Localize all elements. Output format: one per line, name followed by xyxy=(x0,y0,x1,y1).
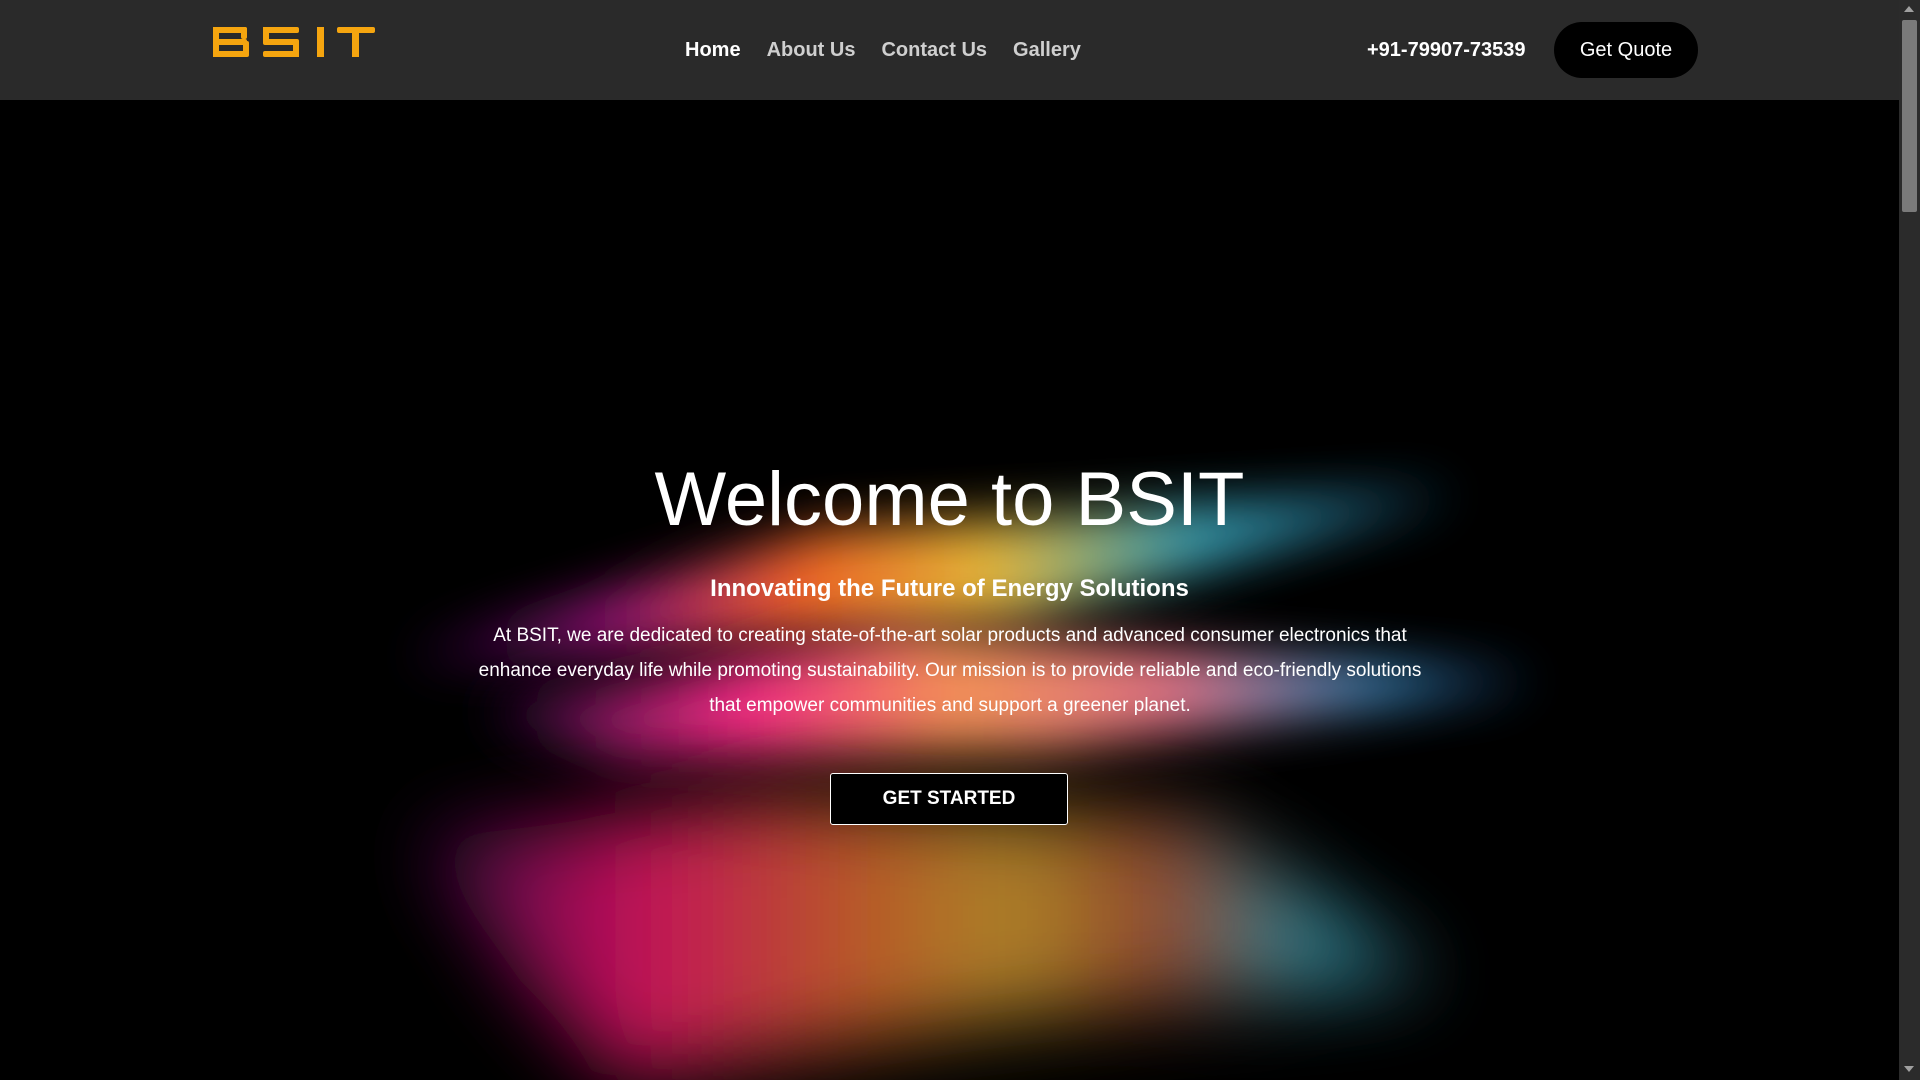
site-header: Home About Us Contact Us Gallery +91-799… xyxy=(0,0,1899,100)
hero-description: At BSIT, we are dedicated to creating st… xyxy=(478,625,1422,716)
nav-home[interactable]: Home xyxy=(685,38,741,62)
get-quote-button[interactable]: Get Quote xyxy=(1554,22,1698,78)
hero-section: Welcome to BSIT Innovating the Future of… xyxy=(0,100,1899,1080)
get-started-button[interactable]: GET STARTED xyxy=(830,773,1068,825)
nav-contact-us[interactable]: Contact Us xyxy=(881,38,987,62)
scroll-up-arrow-icon[interactable] xyxy=(1904,6,1914,12)
nav-gallery[interactable]: Gallery xyxy=(1013,38,1081,62)
bsit-logo-icon xyxy=(213,27,375,57)
scroll-down-arrow-icon[interactable] xyxy=(1904,1066,1914,1072)
nav-about-us[interactable]: About Us xyxy=(767,38,856,62)
logo[interactable] xyxy=(213,22,375,62)
hero-content: Welcome to BSIT Innovating the Future of… xyxy=(0,100,1899,1080)
phone-number[interactable]: +91-79907-73539 xyxy=(1367,38,1525,62)
page: Home About Us Contact Us Gallery +91-799… xyxy=(0,0,1920,1080)
hero-title: Welcome to BSIT xyxy=(654,457,1245,542)
main-nav: Home About Us Contact Us Gallery xyxy=(685,38,1107,62)
scroll-thumb[interactable] xyxy=(1902,20,1917,212)
hero-subtitle: Innovating the Future of Energy Solution… xyxy=(710,575,1189,602)
page-scrollbar[interactable] xyxy=(1899,0,1920,1080)
